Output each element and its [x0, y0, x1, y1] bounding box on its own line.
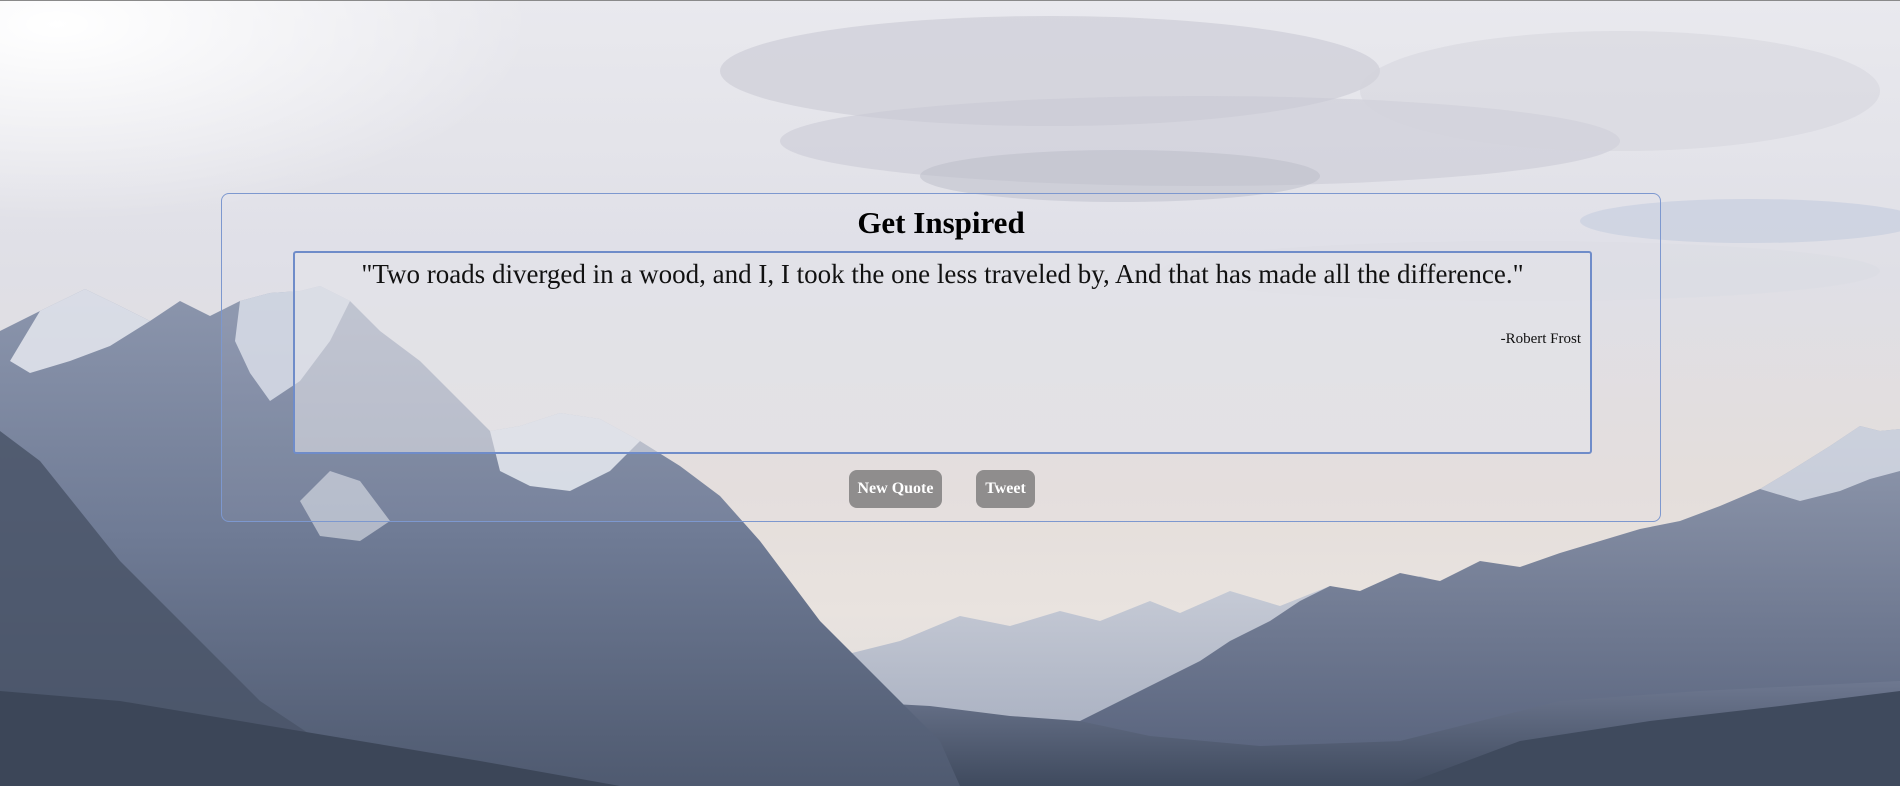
page-title: Get Inspired: [857, 205, 1025, 240]
page-bottom-strip: [0, 786, 1900, 800]
tweet-button[interactable]: Tweet: [976, 470, 1035, 508]
quote-panel: Get Inspired "Two roads diverged in a wo…: [221, 193, 1661, 522]
quote-text: "Two roads diverged in a wood, and I, I …: [361, 259, 1524, 289]
quote-author: -Robert Frost: [1500, 331, 1581, 347]
new-quote-button[interactable]: New Quote: [849, 470, 942, 508]
quote-box: "Two roads diverged in a wood, and I, I …: [293, 251, 1592, 454]
top-border: [0, 0, 1900, 1]
